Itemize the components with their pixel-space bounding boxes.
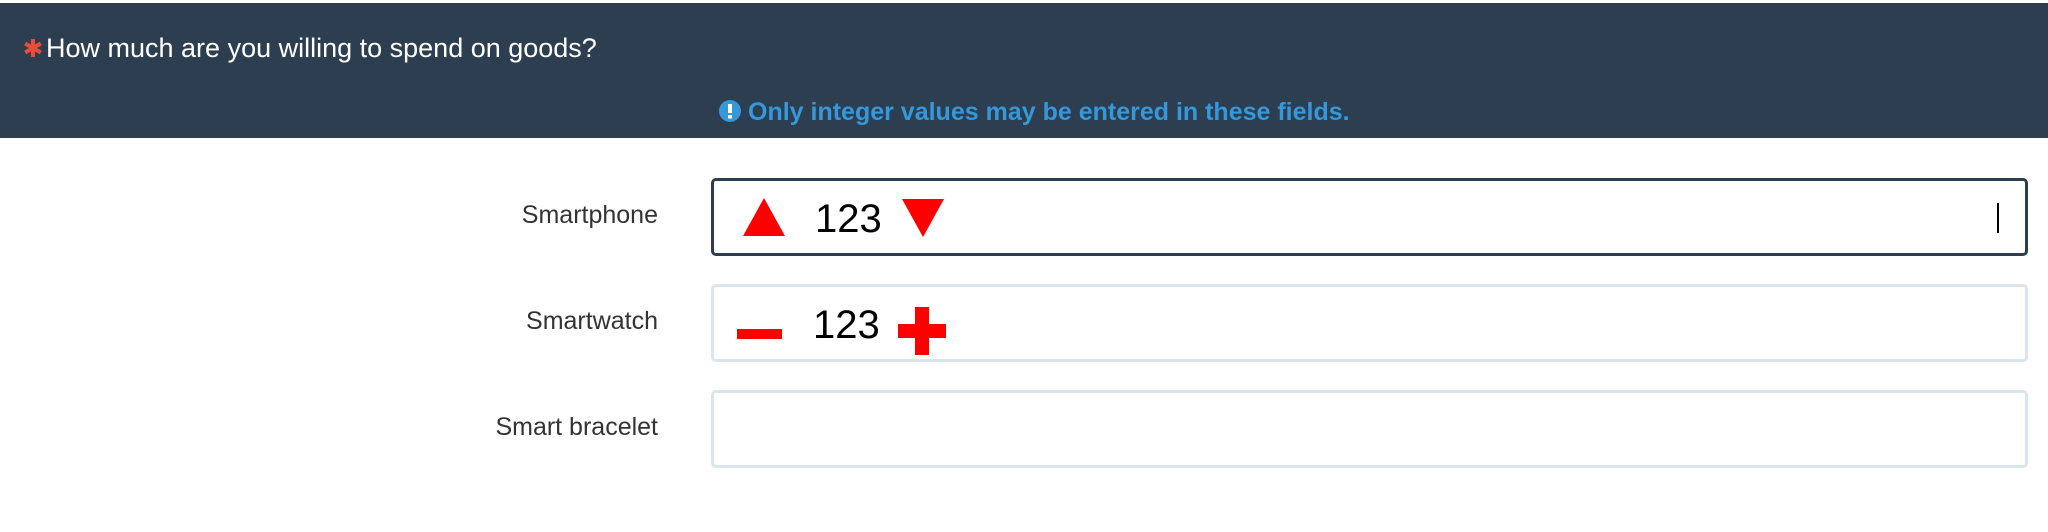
required-asterisk-icon [24, 39, 42, 57]
smartphone-value[interactable]: 123 [815, 199, 882, 239]
plus-icon[interactable] [898, 307, 946, 355]
smart-bracelet-label: Smart bracelet [495, 413, 658, 441]
smartphone-label: Smartphone [521, 201, 658, 229]
smartwatch-input[interactable]: 123 [711, 284, 2028, 362]
smartwatch-label: Smartwatch [526, 307, 658, 335]
minus-icon[interactable] [737, 329, 782, 339]
triangle-down-icon[interactable] [902, 199, 944, 237]
question-title: How much are you willing to spend on goo… [22, 33, 597, 64]
integer-hint: Only integer values may be entered in th… [718, 98, 1350, 127]
info-circle-icon [719, 100, 741, 122]
hint-text: Only integer values may be entered in th… [748, 98, 1350, 126]
smartwatch-value[interactable]: 123 [813, 305, 880, 345]
question-header: How much are you willing to spend on goo… [0, 3, 2048, 138]
triangle-up-icon[interactable] [743, 198, 785, 236]
smartphone-input[interactable]: 123 [711, 178, 2028, 256]
text-cursor [1997, 203, 1999, 233]
smart-bracelet-input[interactable] [711, 390, 2028, 468]
question-text: How much are you willing to spend on goo… [46, 33, 597, 63]
